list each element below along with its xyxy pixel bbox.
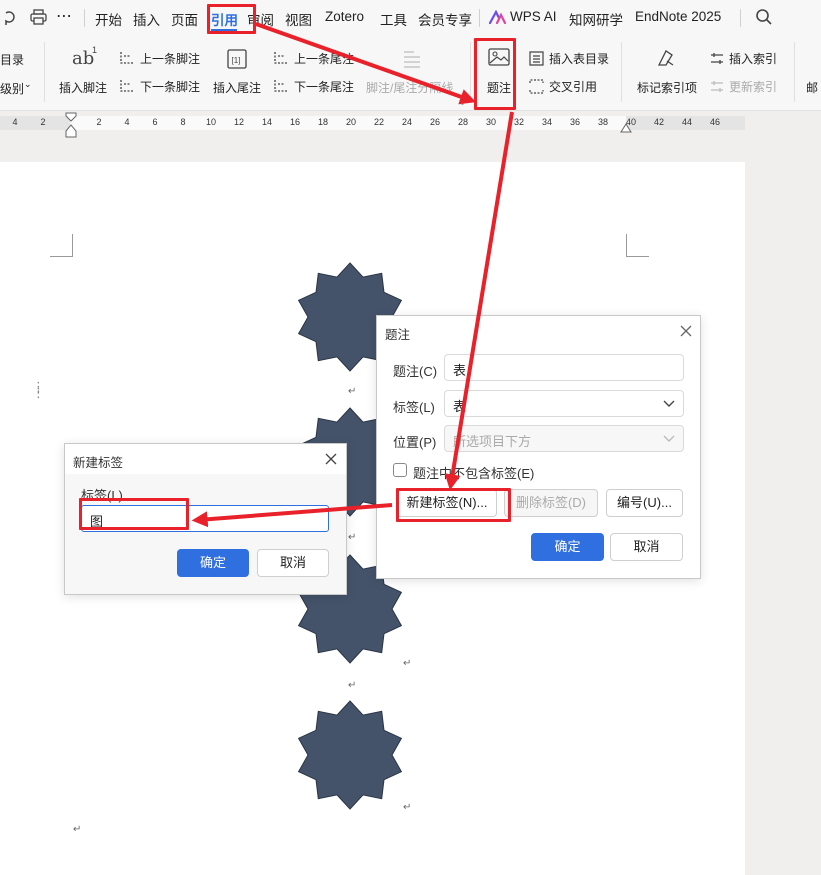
arrow-to-new-label-button <box>444 111 514 491</box>
arrow-to-caption-button <box>255 22 477 105</box>
arrow-to-label-input <box>191 503 393 528</box>
annotation-arrows <box>191 22 514 528</box>
